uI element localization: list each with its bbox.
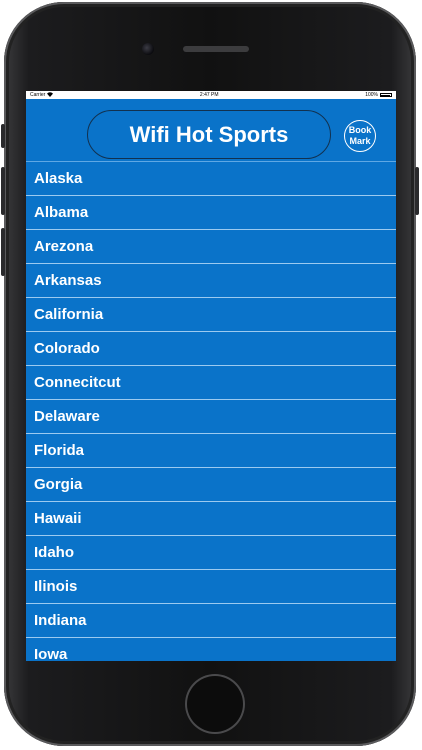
- wifi-icon: [47, 91, 54, 99]
- state-row-delaware[interactable]: Delaware: [26, 400, 396, 434]
- bookmark-button[interactable]: Book Mark: [344, 120, 376, 152]
- state-row-connecitcut[interactable]: Connecitcut: [26, 366, 396, 400]
- state-label: Alaska: [34, 170, 83, 187]
- state-row-colorado[interactable]: Colorado: [26, 332, 396, 366]
- state-label: Indiana: [34, 612, 87, 629]
- state-label: Idaho: [34, 544, 74, 561]
- state-row-arezona[interactable]: Arezona: [26, 230, 396, 264]
- volume-down-button: [1, 228, 5, 276]
- app-title-button[interactable]: Wifi Hot Sports: [87, 110, 331, 159]
- bookmark-label-line1: Book: [348, 125, 372, 135]
- states-list: Alaska Albama Arezona Arkansas Californi…: [26, 162, 396, 661]
- battery-indicator: 100%: [365, 92, 392, 98]
- state-row-gorgia[interactable]: Gorgia: [26, 468, 396, 502]
- state-row-alaska[interactable]: Alaska: [26, 162, 396, 196]
- state-row-arkansas[interactable]: Arkansas: [26, 264, 396, 298]
- state-label: Albama: [34, 204, 89, 221]
- state-label: Colorado: [34, 340, 100, 357]
- bookmark-label-line2: Mark: [349, 136, 371, 146]
- status-bar: Carrier 2:47 PM 100%: [26, 91, 396, 99]
- state-label: Delaware: [34, 408, 100, 425]
- battery-percent: 100%: [365, 92, 378, 98]
- volume-up-button: [1, 167, 5, 215]
- earpiece-speaker: [183, 46, 249, 52]
- state-row-ilinois[interactable]: Ilinois: [26, 570, 396, 604]
- state-row-indiana[interactable]: Indiana: [26, 604, 396, 638]
- state-label: Florida: [34, 442, 85, 459]
- state-label: Iowa: [34, 646, 68, 661]
- status-time: 2:47 PM: [199, 92, 219, 98]
- state-label: Gorgia: [34, 476, 83, 493]
- state-row-california[interactable]: California: [26, 298, 396, 332]
- power-button: [415, 167, 419, 215]
- state-label: Arkansas: [34, 272, 102, 289]
- mute-switch: [1, 124, 5, 148]
- state-label: Ilinois: [34, 578, 78, 595]
- front-camera: [142, 43, 154, 55]
- state-row-idaho[interactable]: Idaho: [26, 536, 396, 570]
- home-button[interactable]: [185, 674, 245, 734]
- state-row-albama[interactable]: Albama: [26, 196, 396, 230]
- state-label: Arezona: [34, 238, 94, 255]
- carrier-label: Carrier: [30, 92, 46, 98]
- state-label: Hawaii: [34, 510, 82, 527]
- app-title: Wifi Hot Sports: [129, 121, 289, 147]
- status-left: Carrier: [30, 91, 54, 99]
- state-row-iowa[interactable]: Iowa: [26, 638, 396, 661]
- state-row-hawaii[interactable]: Hawaii: [26, 502, 396, 536]
- app-header: Wifi Hot Sports Book Mark: [26, 99, 396, 162]
- state-row-florida[interactable]: Florida: [26, 434, 396, 468]
- state-label: Connecitcut: [34, 374, 121, 391]
- app-screen: Carrier 2:47 PM 100% Wifi Hot Sports Boo…: [26, 91, 396, 661]
- battery-icon: [379, 93, 392, 97]
- state-label: California: [34, 306, 104, 323]
